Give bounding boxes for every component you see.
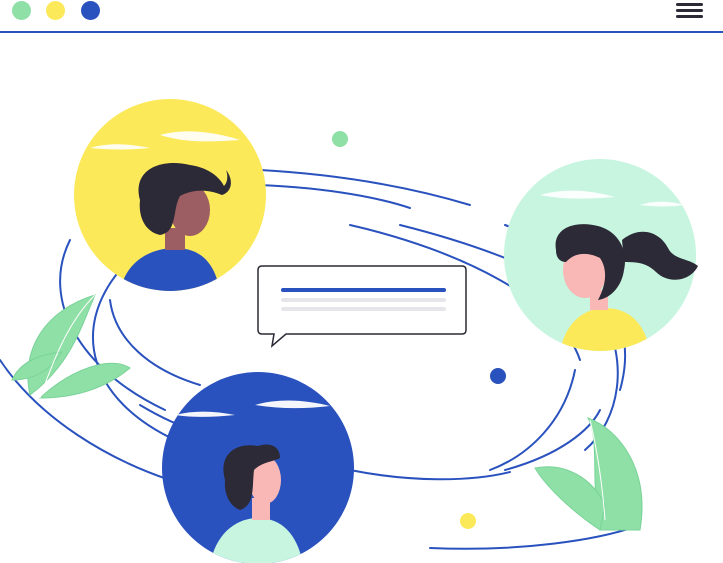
avatar-woman-mint <box>504 159 698 351</box>
chat-line <box>281 298 446 302</box>
leaf-plant-right <box>534 417 643 531</box>
floating-dot-blue <box>490 368 506 384</box>
floating-dot-green <box>332 131 348 147</box>
chat-line <box>281 307 446 311</box>
chat-line-highlight <box>281 288 446 292</box>
video-chat-illustration <box>0 99 698 563</box>
chat-bubble <box>257 265 467 348</box>
avatar-man-yellow <box>74 99 266 291</box>
avatar-man-blue <box>162 372 354 563</box>
floating-dot-yellow <box>460 513 476 529</box>
illustration-frame <box>0 0 723 563</box>
